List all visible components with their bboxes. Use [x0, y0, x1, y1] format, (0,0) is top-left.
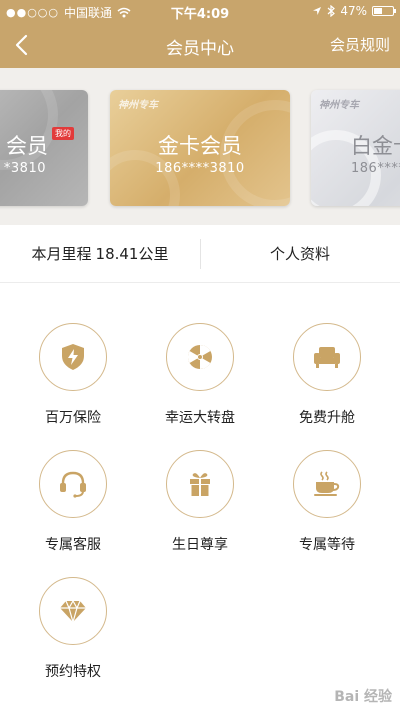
benefits-grid: 百万保险 幸运大转盘 免费升舱 专属客服 生日尊享 专属等待 预约特权 — [0, 283, 400, 712]
benefit-upgrade[interactable]: 免费升舱 — [268, 323, 388, 433]
battery-percent: 47% — [340, 4, 367, 18]
info-row: 本月里程 18.41公里 个人资料 — [0, 225, 400, 283]
benefit-lucky-wheel[interactable]: 幸运大转盘 — [141, 323, 261, 433]
benefit-label: 百万保险 — [45, 410, 101, 426]
location-arrow-icon — [313, 7, 322, 15]
member-rules-link[interactable]: 会员规则 — [330, 34, 390, 55]
profile-link[interactable]: 个人资料 — [200, 225, 400, 283]
battery-icon — [372, 6, 396, 16]
card-number: 186**** — [351, 161, 400, 176]
benefit-label: 免费升舱 — [299, 410, 355, 426]
card-name: 白金卡 — [351, 134, 400, 158]
benefit-icon-circle — [293, 450, 361, 518]
card-number: 186****3810 — [155, 161, 245, 176]
mileage-value: 18.41公里 — [95, 245, 169, 263]
card-number: *3810 — [3, 161, 46, 176]
card-silver[interactable]: 会员 我的 *3810 — [0, 90, 88, 206]
nav-bar: 会员中心 会员规则 — [0, 22, 400, 68]
coffee-icon — [314, 471, 340, 496]
baidu-watermark: Bai 经验 — [334, 689, 392, 705]
mileage-label: 本月里程 — [31, 245, 92, 263]
my-card-badge: 我的 — [52, 127, 74, 140]
benefit-label: 预约特权 — [45, 664, 101, 680]
gift-icon — [190, 473, 210, 496]
card-name: 金卡会员 — [158, 134, 242, 158]
benefit-icon-circle — [166, 323, 234, 391]
benefit-reservation[interactable]: 预约特权 — [14, 577, 134, 687]
benefit-icon-circle — [293, 323, 361, 391]
benefit-label: 专属客服 — [45, 537, 101, 553]
card-brand: 神州专车 — [319, 100, 359, 111]
benefit-birthday[interactable]: 生日尊享 — [141, 450, 261, 560]
battery-level — [374, 8, 383, 14]
shield-bolt-icon — [62, 344, 84, 370]
bluetooth-icon — [327, 5, 336, 17]
membership-card-carousel[interactable]: 会员 我的 *3810 神州专车 金卡会员 186****3810 神州专车 白… — [0, 68, 400, 225]
benefit-icon-circle — [39, 323, 107, 391]
benefit-icon-circle — [166, 450, 234, 518]
benefit-exclusive-waiting[interactable]: 专属等待 — [268, 450, 388, 560]
benefit-label: 幸运大转盘 — [165, 410, 235, 426]
benefit-customer-service[interactable]: 专属客服 — [14, 450, 134, 560]
benefit-label: 生日尊享 — [172, 537, 228, 553]
benefit-icon-circle — [39, 577, 107, 645]
wheel-icon — [187, 345, 212, 369]
benefit-label: 专属等待 — [299, 537, 355, 553]
status-bar: ●●○○○ 中国联通 下午4:09 47% — [0, 0, 400, 22]
card-platinum[interactable]: 神州专车 白金卡 186**** — [311, 90, 400, 206]
diamond-icon — [60, 599, 86, 623]
card-brand: 神州专车 — [118, 100, 158, 111]
card-name: 会员 — [6, 134, 48, 158]
benefit-insurance[interactable]: 百万保险 — [14, 323, 134, 433]
headset-icon — [60, 471, 86, 498]
status-right: 47% — [312, 4, 396, 18]
card-gold[interactable]: 神州专车 金卡会员 186****3810 — [110, 90, 290, 206]
benefit-icon-circle — [39, 450, 107, 518]
header: ●●○○○ 中国联通 下午4:09 47% 会员中心 会员规则 — [0, 0, 400, 68]
armchair-icon — [314, 347, 340, 368]
monthly-mileage: 本月里程 18.41公里 — [0, 225, 200, 283]
